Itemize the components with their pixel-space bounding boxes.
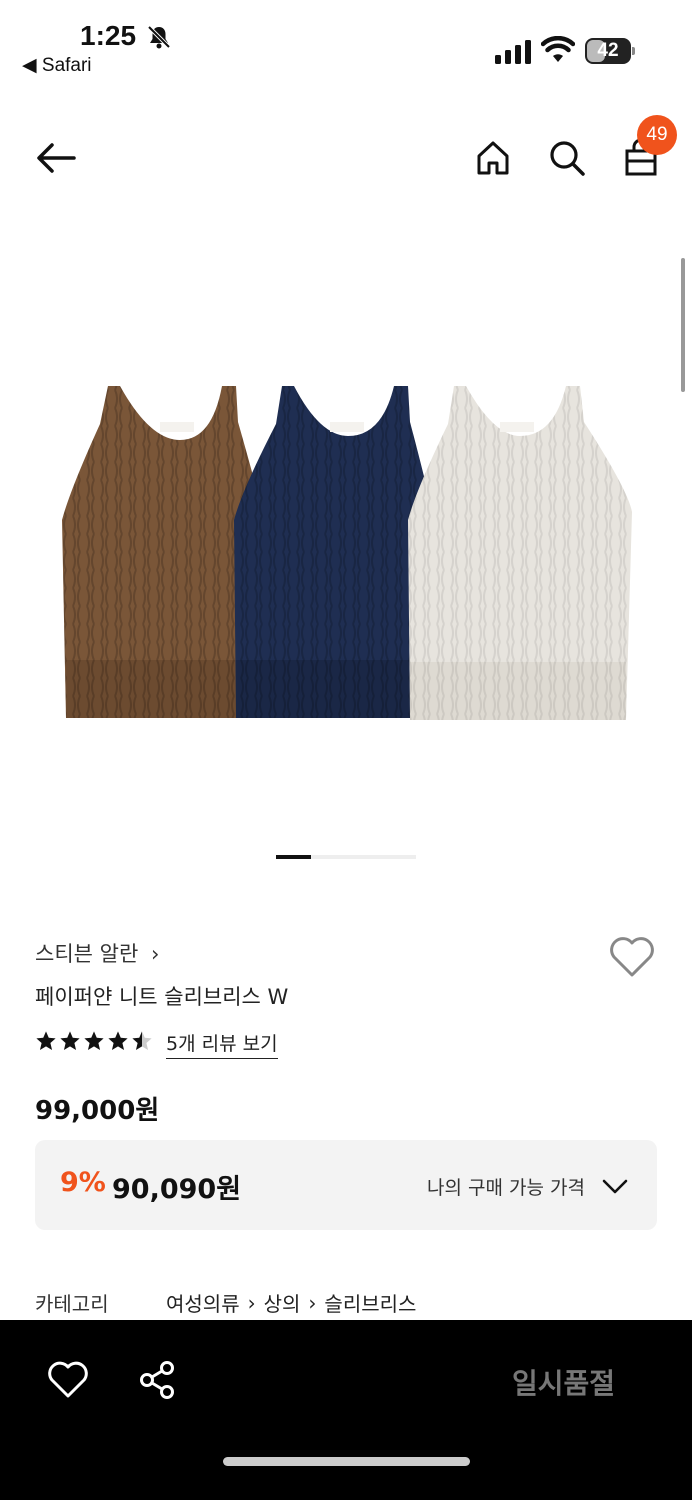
soldout-button[interactable]: 일시품절 <box>512 1362 615 1402</box>
heart-icon[interactable] <box>46 1360 90 1400</box>
home-indicator[interactable] <box>223 1457 470 1466</box>
product-image-gallery[interactable] <box>0 210 692 850</box>
star-icon <box>36 1031 56 1050</box>
status-time: 1:25 <box>80 20 137 51</box>
my-price-label: 나의 구매 가능 가격 <box>427 1177 585 1199</box>
chevron-right-icon: › <box>150 942 160 966</box>
product-name: 페이퍼얀 니트 슬리브리스 W <box>35 985 289 1009</box>
category-level-2[interactable]: 상의 <box>264 1288 301 1317</box>
cart-count-badge: 49 <box>637 115 677 155</box>
star-icon <box>108 1031 128 1050</box>
brand-name: 스티븐 알란 <box>35 942 139 966</box>
gallery-page-indicator-active <box>276 855 311 859</box>
star-icon <box>60 1031 80 1050</box>
search-icon <box>550 141 585 176</box>
chevron-right-icon: › <box>247 1290 256 1315</box>
arrow-left-icon <box>37 143 76 173</box>
app-header <box>0 120 692 200</box>
review-link[interactable]: 5개 리뷰 보기 <box>166 1029 278 1059</box>
rating-stars <box>35 1030 153 1052</box>
back-button[interactable] <box>34 136 78 180</box>
my-price-box[interactable]: 9% 90,090원 나의 구매 가능 가격 <box>35 1140 657 1230</box>
wifi-icon <box>541 36 575 62</box>
category-level-1[interactable]: 여성의류 <box>166 1288 240 1317</box>
bell-muted-icon <box>147 25 171 49</box>
status-bar: 1:25 ◀ Safari 42 <box>0 0 692 90</box>
home-icon <box>477 141 509 175</box>
bottom-action-bar: 일시품절 <box>0 1320 692 1500</box>
battery-icon: 42 <box>585 38 635 64</box>
chevron-down-icon <box>602 1179 628 1194</box>
home-button[interactable] <box>471 136 515 180</box>
navy-knit-top <box>234 386 432 718</box>
discount-rate: 9% <box>60 1167 106 1198</box>
brown-knit-top <box>62 386 262 718</box>
original-price: 99,000원 <box>35 1096 160 1126</box>
page-scrollbar[interactable] <box>681 258 685 392</box>
category-label: 카테고리 <box>35 1292 109 1316</box>
category-breadcrumb: 여성의류 › 상의 › 슬리브리스 <box>166 1288 416 1317</box>
wishlist-heart-icon[interactable] <box>608 935 656 979</box>
battery-level: 42 <box>597 40 619 61</box>
cellular-signal-icon <box>495 40 531 64</box>
product-image <box>62 386 632 720</box>
star-icon <box>132 1031 152 1050</box>
star-icon <box>84 1031 104 1050</box>
share-icon[interactable] <box>137 1360 179 1400</box>
gallery-page-indicator <box>276 855 416 859</box>
sale-price: 90,090원 <box>112 1174 242 1205</box>
search-button[interactable] <box>545 136 589 180</box>
category-level-3[interactable]: 슬리브리스 <box>324 1288 416 1317</box>
ivory-knit-top <box>408 386 632 720</box>
back-to-safari[interactable]: ◀ Safari <box>22 54 92 77</box>
brand-link[interactable]: 스티븐 알란 › <box>35 938 159 968</box>
chevron-right-icon: › <box>308 1290 317 1315</box>
